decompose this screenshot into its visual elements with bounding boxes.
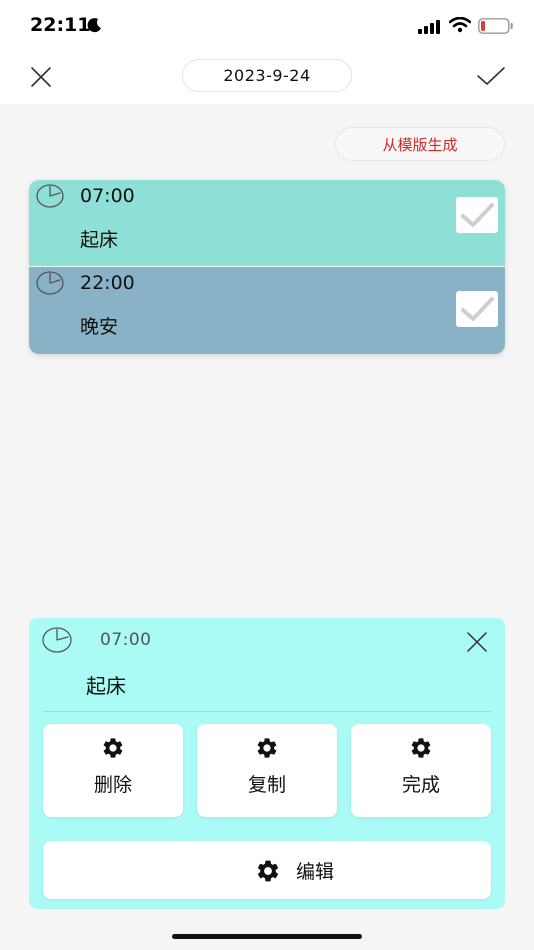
task-list: 07:00 起床 22:00 晚安 [29, 180, 505, 354]
clock-icon [36, 184, 64, 212]
template-button-label: 从模版生成 [382, 135, 458, 154]
gear-icon [101, 736, 125, 764]
checkmark-icon [461, 203, 494, 227]
complete-label: 完成 [401, 774, 440, 796]
gear-icon [255, 858, 281, 888]
task-time: 22:00 [80, 272, 135, 294]
task-checkbox[interactable] [456, 291, 498, 327]
nav-bar: 2023-9-24 [0, 54, 534, 104]
date-selector[interactable]: 2023-9-24 [182, 59, 352, 92]
status-time: 22:11 [30, 14, 91, 36]
task-title: 起床 [80, 229, 119, 251]
delete-label: 删除 [93, 774, 132, 796]
task-detail-panel: 07:00 起床 删除 复制 完成 编辑 [29, 618, 505, 909]
wifi-icon [448, 16, 472, 37]
home-indicator [172, 934, 362, 939]
battery-icon [478, 18, 514, 38]
copy-button[interactable]: 复制 [197, 724, 337, 817]
detail-time: 07:00 [100, 630, 152, 650]
task-checkbox[interactable] [456, 197, 498, 233]
copy-label: 复制 [247, 774, 286, 796]
clock-icon [36, 271, 64, 299]
complete-button[interactable]: 完成 [351, 724, 491, 817]
checkmark-icon [461, 297, 494, 321]
generate-from-template-button[interactable]: 从模版生成 [335, 127, 505, 161]
edit-button[interactable]: 编辑 [43, 841, 491, 899]
detail-title: 起床 [86, 674, 126, 698]
task-item[interactable]: 22:00 晚安 [29, 267, 505, 354]
close-icon[interactable] [30, 66, 52, 92]
date-text: 2023-9-24 [223, 66, 311, 85]
divider [43, 711, 491, 712]
task-time: 07:00 [80, 185, 135, 207]
clock-icon [42, 627, 72, 657]
gear-icon [255, 736, 279, 764]
signal-icon [418, 19, 442, 38]
task-item[interactable]: 07:00 起床 [29, 180, 505, 267]
check-icon[interactable] [476, 65, 506, 91]
task-title: 晚安 [80, 316, 119, 338]
gear-icon [409, 736, 433, 764]
moon-icon [87, 17, 103, 37]
status-bar: 22:11 [0, 0, 534, 54]
edit-label: 编辑 [296, 861, 335, 883]
delete-button[interactable]: 删除 [43, 724, 183, 817]
close-icon[interactable] [466, 631, 488, 657]
